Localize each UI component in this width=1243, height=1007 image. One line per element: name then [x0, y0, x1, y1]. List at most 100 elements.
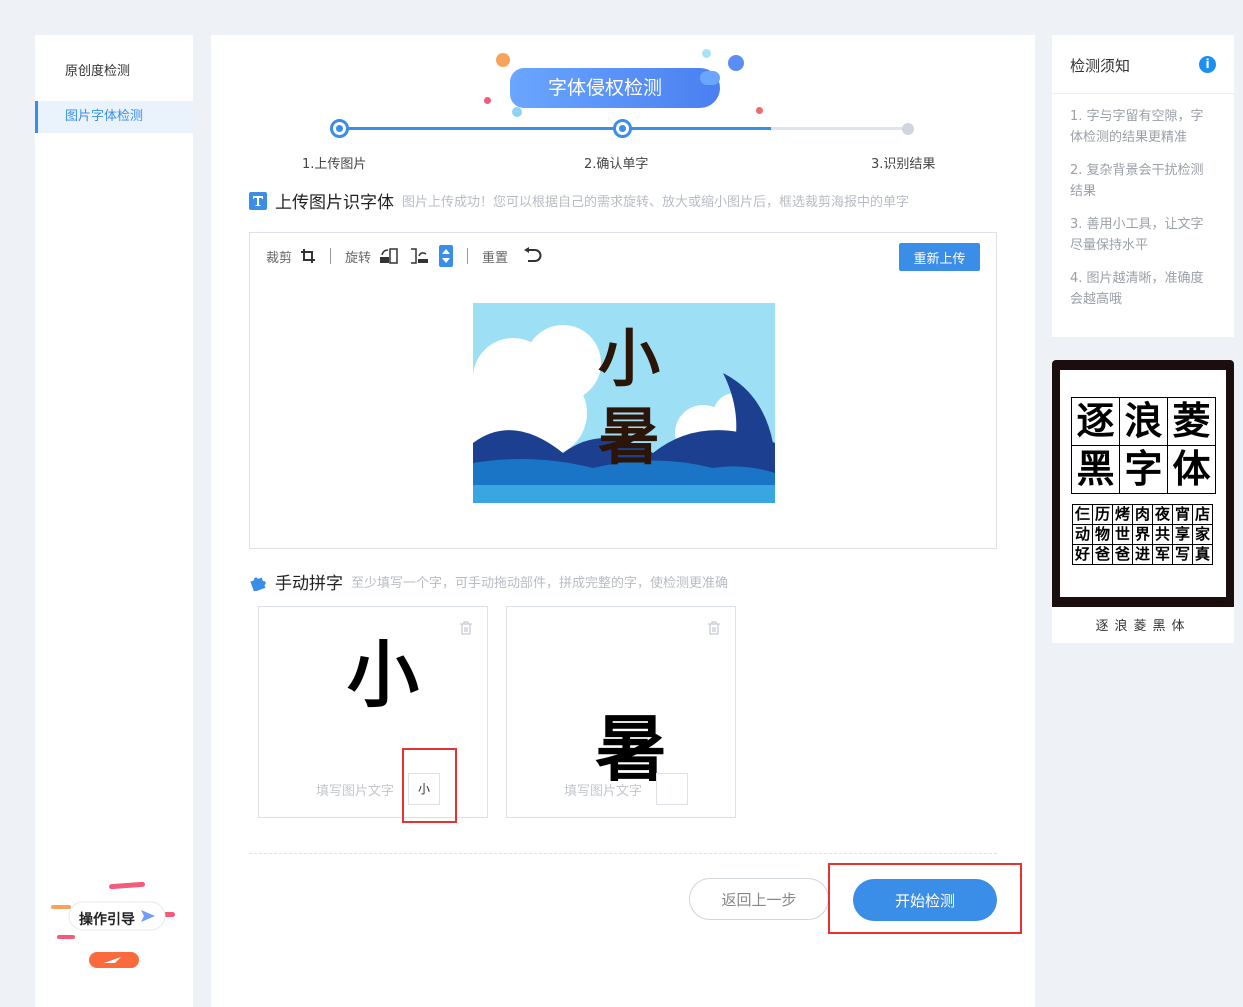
font-sample-char: 物 — [1093, 525, 1113, 545]
upload-section-title: 上传图片识字体 — [275, 193, 394, 213]
highlight-box — [402, 748, 457, 823]
font-sample-char: 动 — [1073, 525, 1093, 545]
guide-label: 操作引导 — [79, 912, 135, 928]
font-preview: 逐浪菱黑字体 仨历烤肉夜宵店动物世界共享家好爸爸进军写真 — [1052, 360, 1234, 607]
font-sample-char: 体 — [1168, 446, 1216, 494]
guide-decoration-icon — [51, 881, 175, 968]
font-sample-char: 店 — [1193, 505, 1213, 525]
info-icon[interactable]: i — [1199, 56, 1216, 73]
font-sample-char: 字 — [1120, 446, 1168, 494]
banner-dot — [702, 49, 711, 58]
notes-divider — [1052, 93, 1234, 94]
back-button[interactable]: 返回上一步 — [689, 878, 829, 920]
char-input-2[interactable] — [656, 773, 688, 805]
banner-dot — [496, 53, 510, 67]
step-dot-1 — [330, 119, 349, 138]
font-name: 逐浪菱黑体 — [1095, 619, 1191, 634]
font-sample-char: 好 — [1073, 545, 1093, 565]
font-sample-char: 仨 — [1073, 505, 1093, 525]
uploaded-poster-image[interactable]: 小 暑 — [473, 303, 775, 503]
left-sidebar: 原创度检测 图片字体检测 操作引导 — [35, 35, 193, 1007]
banner-dot — [756, 107, 763, 114]
step-dot-2 — [613, 119, 632, 138]
font-sample-char: 浪 — [1120, 398, 1168, 446]
font-sample-char: 肉 — [1133, 505, 1153, 525]
main-panel: 字体侵权检测 1.上传图片 2.确认单字 3.识别结果 上传图片识字体 图片上传… — [211, 35, 1035, 1007]
note-item: 3. 善用小工具，让文字尽量保持水平 — [1070, 217, 1204, 253]
font-sample-char: 历 — [1093, 505, 1113, 525]
font-sample-char: 菱 — [1168, 398, 1216, 446]
zoom-stepper-icon[interactable] — [439, 245, 454, 267]
font-sample-char: 夜 — [1153, 505, 1173, 525]
toolbar-divider — [330, 248, 332, 264]
notes-title: 检测须知 — [1070, 57, 1131, 75]
banner-dot — [484, 97, 491, 104]
section-divider — [249, 853, 997, 854]
font-sample-char: 写 — [1173, 545, 1193, 565]
puzzle-icon — [250, 576, 266, 591]
note-item: 2. 复杂背景会干扰检测结果 — [1070, 163, 1204, 199]
step-dot-3 — [902, 123, 914, 135]
font-sample-char: 军 — [1153, 545, 1173, 565]
page-title: 字体侵权检测 — [510, 68, 720, 108]
trash-icon[interactable] — [459, 621, 473, 635]
crop-icon[interactable] — [300, 248, 316, 264]
font-sample-char: 界 — [1133, 525, 1153, 545]
rotate-right-icon[interactable] — [409, 247, 429, 265]
rotate-label: 旋转 — [345, 250, 372, 266]
font-sample-char: 进 — [1133, 545, 1153, 565]
banner-dot — [700, 71, 720, 85]
char-card-2[interactable]: 填写图片文字 暑 — [506, 606, 736, 818]
upload-section-header: 上传图片识字体 图片上传成功！您可以根据自己的需求旋转、放大或缩小图片后，框选裁… — [249, 188, 909, 213]
font-sample-large-grid: 逐浪菱黑字体 — [1071, 397, 1216, 494]
note-item: 4. 图片越清晰，准确度会越高哦 — [1070, 271, 1204, 307]
step-line-todo — [771, 127, 909, 130]
sidebar-item-originality[interactable]: 原创度检测 — [35, 56, 193, 88]
fill-label: 填写图片文字 — [316, 784, 395, 799]
font-sample-char: 宵 — [1173, 505, 1193, 525]
font-sample-char: 享 — [1173, 525, 1193, 545]
crop-label: 裁剪 — [266, 250, 293, 266]
editor-toolbar: 裁剪 旋转 重置 — [266, 245, 552, 267]
font-sample-char: 黑 — [1072, 446, 1120, 494]
upload-section-subtitle: 图片上传成功！您可以根据自己的需求旋转、放大或缩小图片后，框选裁剪海报中的单字 — [402, 195, 910, 210]
banner-dot — [512, 107, 522, 117]
image-editor: 裁剪 旋转 重置 重新上传 小 暑 — [249, 232, 997, 549]
banner-dot — [728, 55, 744, 71]
font-sample-char: 爸 — [1113, 545, 1133, 565]
font-preview-sheet: 逐浪菱黑字体 仨历烤肉夜宵店动物世界共享家好爸爸进军写真 — [1060, 370, 1226, 597]
undo-icon[interactable] — [522, 247, 542, 265]
font-sample-char: 共 — [1153, 525, 1173, 545]
manual-section-subtitle: 至少填写一个字，可手动拖动部件，拼成完整的字，使检测更准确 — [351, 576, 729, 591]
poster-char-2: 暑 — [598, 400, 661, 473]
font-sample-card[interactable]: 逐浪菱黑字体 仨历烤肉夜宵店动物世界共享家好爸爸进军写真 逐浪菱黑体 — [1052, 360, 1234, 643]
manual-section-header: 手动拼字 至少填写一个字，可手动拖动部件，拼成完整的字，使检测更准确 — [249, 569, 728, 594]
step-label-2: 2.确认单字 — [584, 157, 649, 172]
font-sample-char: 家 — [1193, 525, 1213, 545]
step-label-3: 3.识别结果 — [871, 157, 936, 172]
font-sample-char: 真 — [1193, 545, 1213, 565]
operation-guide-button[interactable]: 操作引导 — [49, 880, 179, 980]
font-sample-char: 烤 — [1113, 505, 1133, 525]
detection-notes-panel: 检测须知 i 1. 字与字留有空隙，字体检测的结果更精准 2. 复杂背景会干扰检… — [1052, 35, 1234, 337]
font-sample-char: 爸 — [1093, 545, 1113, 565]
step-line-done — [341, 127, 771, 130]
rotate-left-icon[interactable] — [379, 247, 399, 265]
font-sample-small-grid: 仨历烤肉夜宵店动物世界共享家好爸爸进军写真 — [1072, 504, 1213, 565]
char-glyph-1[interactable]: 小 — [347, 635, 419, 715]
font-sample-char: 逐 — [1072, 398, 1120, 446]
sidebar-item-image-font[interactable]: 图片字体检测 — [35, 101, 193, 133]
reupload-button[interactable]: 重新上传 — [899, 243, 980, 271]
text-type-icon — [249, 191, 267, 210]
page-banner: 字体侵权检测 — [484, 49, 763, 117]
step-label-1: 1.上传图片 — [302, 157, 367, 172]
highlight-box — [828, 863, 1022, 934]
poster-char-1: 小 — [598, 322, 661, 395]
reset-label: 重置 — [482, 250, 509, 266]
trash-icon[interactable] — [707, 621, 721, 635]
note-item: 1. 字与字留有空隙，字体检测的结果更精准 — [1070, 109, 1204, 145]
progress-steps: 1.上传图片 2.确认单字 3.识别结果 — [291, 117, 935, 172]
toolbar-divider — [467, 248, 469, 264]
manual-section-title: 手动拼字 — [275, 574, 343, 594]
font-sample-char: 世 — [1113, 525, 1133, 545]
